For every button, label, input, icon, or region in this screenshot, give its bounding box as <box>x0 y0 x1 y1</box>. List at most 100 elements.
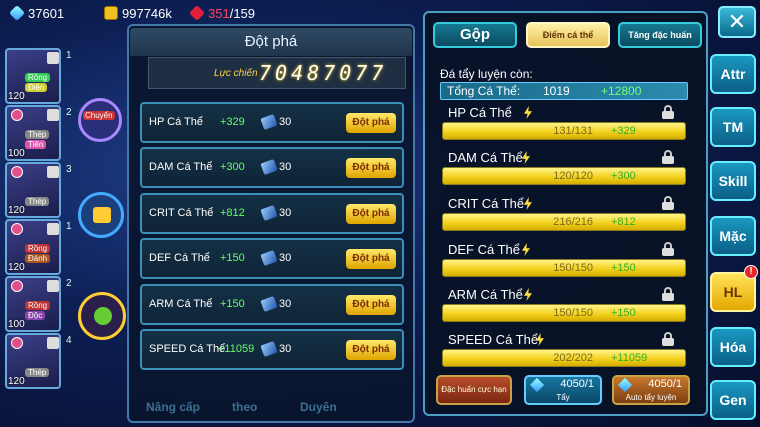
auto-wash-button[interactable]: 4050/1 Auto tẩy luyện <box>612 375 690 405</box>
side-tab-tm[interactable]: TM <box>710 107 756 147</box>
pill-icon <box>260 340 278 358</box>
row-name: DEF Cá Thể <box>149 252 210 264</box>
upgrade-label[interactable]: Nâng cấp <box>146 400 200 414</box>
gold-coin-icon <box>104 6 118 20</box>
auto-wash-count: 4050/1 <box>648 378 682 390</box>
breakthrough-button[interactable]: Đột phá <box>346 204 396 224</box>
row-name: ARM Cá Thể <box>149 298 213 310</box>
stat-name: HP Cá Thể <box>448 105 512 120</box>
stat-bonus: +329 <box>611 125 636 137</box>
tab-special-training[interactable]: Tăng đặc huấn <box>618 22 702 48</box>
row-bonus: +150 <box>220 252 245 264</box>
stat-bar: 120/120 +300 <box>442 167 686 185</box>
row-name: DAM Cá Thể <box>149 161 213 173</box>
total-stats-bar: Tổng Cá Thể: 1019 +12800 <box>440 82 688 100</box>
team-slot[interactable]: Thép 120 3 <box>5 162 72 218</box>
type-tag: Thép <box>25 130 50 139</box>
lock-icon[interactable] <box>662 242 674 256</box>
type-tag-secondary: Độc <box>25 311 46 320</box>
stamina-max: /159 <box>229 5 256 21</box>
gem-socket-button[interactable] <box>78 292 126 340</box>
breakthrough-row-arm: ARM Cá Thể +150 30 Đột phá <box>140 284 404 325</box>
bolt-icon <box>522 243 530 256</box>
total-value: 1019 <box>543 84 570 98</box>
team-slot[interactable]: Thép 120 4 <box>5 333 72 389</box>
lock-icon[interactable] <box>662 287 674 301</box>
row-bonus: +300 <box>220 161 245 173</box>
stat-speed: SPEED Cá Thể 202/202 +11059 <box>440 332 688 378</box>
close-button[interactable]: ✕ <box>718 6 756 38</box>
breakthrough-button[interactable]: Đột phá <box>346 295 396 315</box>
stat-current: 216/216 <box>553 216 593 228</box>
stat-current: 202/202 <box>553 352 593 364</box>
lock-icon <box>47 109 59 121</box>
pill-icon <box>260 204 278 222</box>
bolt-icon <box>524 106 532 119</box>
row-bonus: +150 <box>220 298 245 310</box>
team-slot[interactable]: Rồng Điện 120 1 <box>5 48 72 104</box>
gems-counter: 37601 <box>9 4 64 22</box>
bolt-icon <box>524 197 532 210</box>
stat-bonus: +300 <box>611 170 636 182</box>
transfer-label: Chuyển <box>83 111 115 120</box>
team-slot[interactable]: Thép Tiên 100 2 <box>5 105 72 161</box>
breakthrough-button[interactable]: Đột phá <box>346 113 396 133</box>
side-tab-hoa[interactable]: Hóa <box>710 327 756 367</box>
level-label: 120 <box>8 91 25 102</box>
tab-individual-points[interactable]: Điểm cá thể <box>526 22 610 48</box>
stat-current: 150/150 <box>553 262 593 274</box>
stat-bar: 150/150 +150 <box>442 304 686 322</box>
total-bonus: +12800 <box>601 84 642 98</box>
side-tab-attr[interactable]: Attr <box>710 54 756 94</box>
transfer-button[interactable]: Chuyển <box>78 98 122 142</box>
wash-button[interactable]: 4050/1 Tẩy <box>524 375 602 405</box>
stamina-current: 351 <box>208 5 230 21</box>
level-label: 120 <box>8 205 25 216</box>
row-cost: 30 <box>279 161 292 173</box>
type-tag-secondary: Đánh <box>25 254 51 263</box>
pill-icon <box>260 249 278 267</box>
stat-bonus: +150 <box>611 307 636 319</box>
slot-number: 1 <box>66 50 72 61</box>
team-slot[interactable]: Rồng Đánh 120 1 <box>5 219 72 275</box>
stone-icon <box>529 377 545 393</box>
tab-merge[interactable]: Gộp <box>433 22 517 48</box>
lock-icon[interactable] <box>662 105 674 119</box>
breakthrough-button[interactable]: Đột phá <box>346 340 396 360</box>
side-tab-mac[interactable]: Mặc <box>710 216 756 256</box>
equipment-button[interactable] <box>78 192 124 238</box>
slot-number: 3 <box>66 164 72 175</box>
stat-name: SPEED Cá Thể <box>448 332 539 347</box>
lock-icon[interactable] <box>662 196 674 210</box>
follow-label[interactable]: theo <box>232 400 257 414</box>
breakthrough-button[interactable]: Đột phá <box>346 158 396 178</box>
stat-arm: ARM Cá Thể 150/150 +150 <box>440 287 688 333</box>
stat-bonus: +150 <box>611 262 636 274</box>
stat-crit: CRIT Cá Thể 216/216 +812 <box>440 196 688 242</box>
breakthrough-button[interactable]: Đột phá <box>346 249 396 269</box>
affinity-label[interactable]: Duyên <box>300 400 337 414</box>
side-tab-skill[interactable]: Skill <box>710 161 756 201</box>
stat-def: DEF Cá Thể 150/150 +150 <box>440 242 688 288</box>
side-tab-gen[interactable]: Gen <box>710 380 756 420</box>
gem-icon <box>9 5 25 21</box>
level-label: 100 <box>8 148 25 159</box>
lock-icon[interactable] <box>662 332 674 346</box>
bolt-icon <box>522 151 530 164</box>
ultimate-training-button[interactable]: Đặc huấn cực hạn <box>436 375 512 405</box>
lock-icon[interactable] <box>662 150 674 164</box>
pill-icon <box>260 295 278 313</box>
bolt-icon <box>524 288 532 301</box>
stat-name: DAM Cá Thể <box>448 150 523 165</box>
row-bonus: +812 <box>220 207 245 219</box>
element-dot-icon <box>11 109 23 121</box>
row-name: HP Cá Thể <box>149 116 204 128</box>
lock-icon <box>47 166 59 178</box>
stone-icon <box>617 377 633 393</box>
gold-value: 997746k <box>122 5 172 21</box>
pill-icon <box>260 158 278 176</box>
row-name: CRIT Cá Thể <box>149 207 214 219</box>
lock-icon <box>47 52 59 64</box>
team-slot[interactable]: Rồng Độc 100 2 <box>5 276 72 332</box>
stat-bar: 216/216 +812 <box>442 213 686 231</box>
